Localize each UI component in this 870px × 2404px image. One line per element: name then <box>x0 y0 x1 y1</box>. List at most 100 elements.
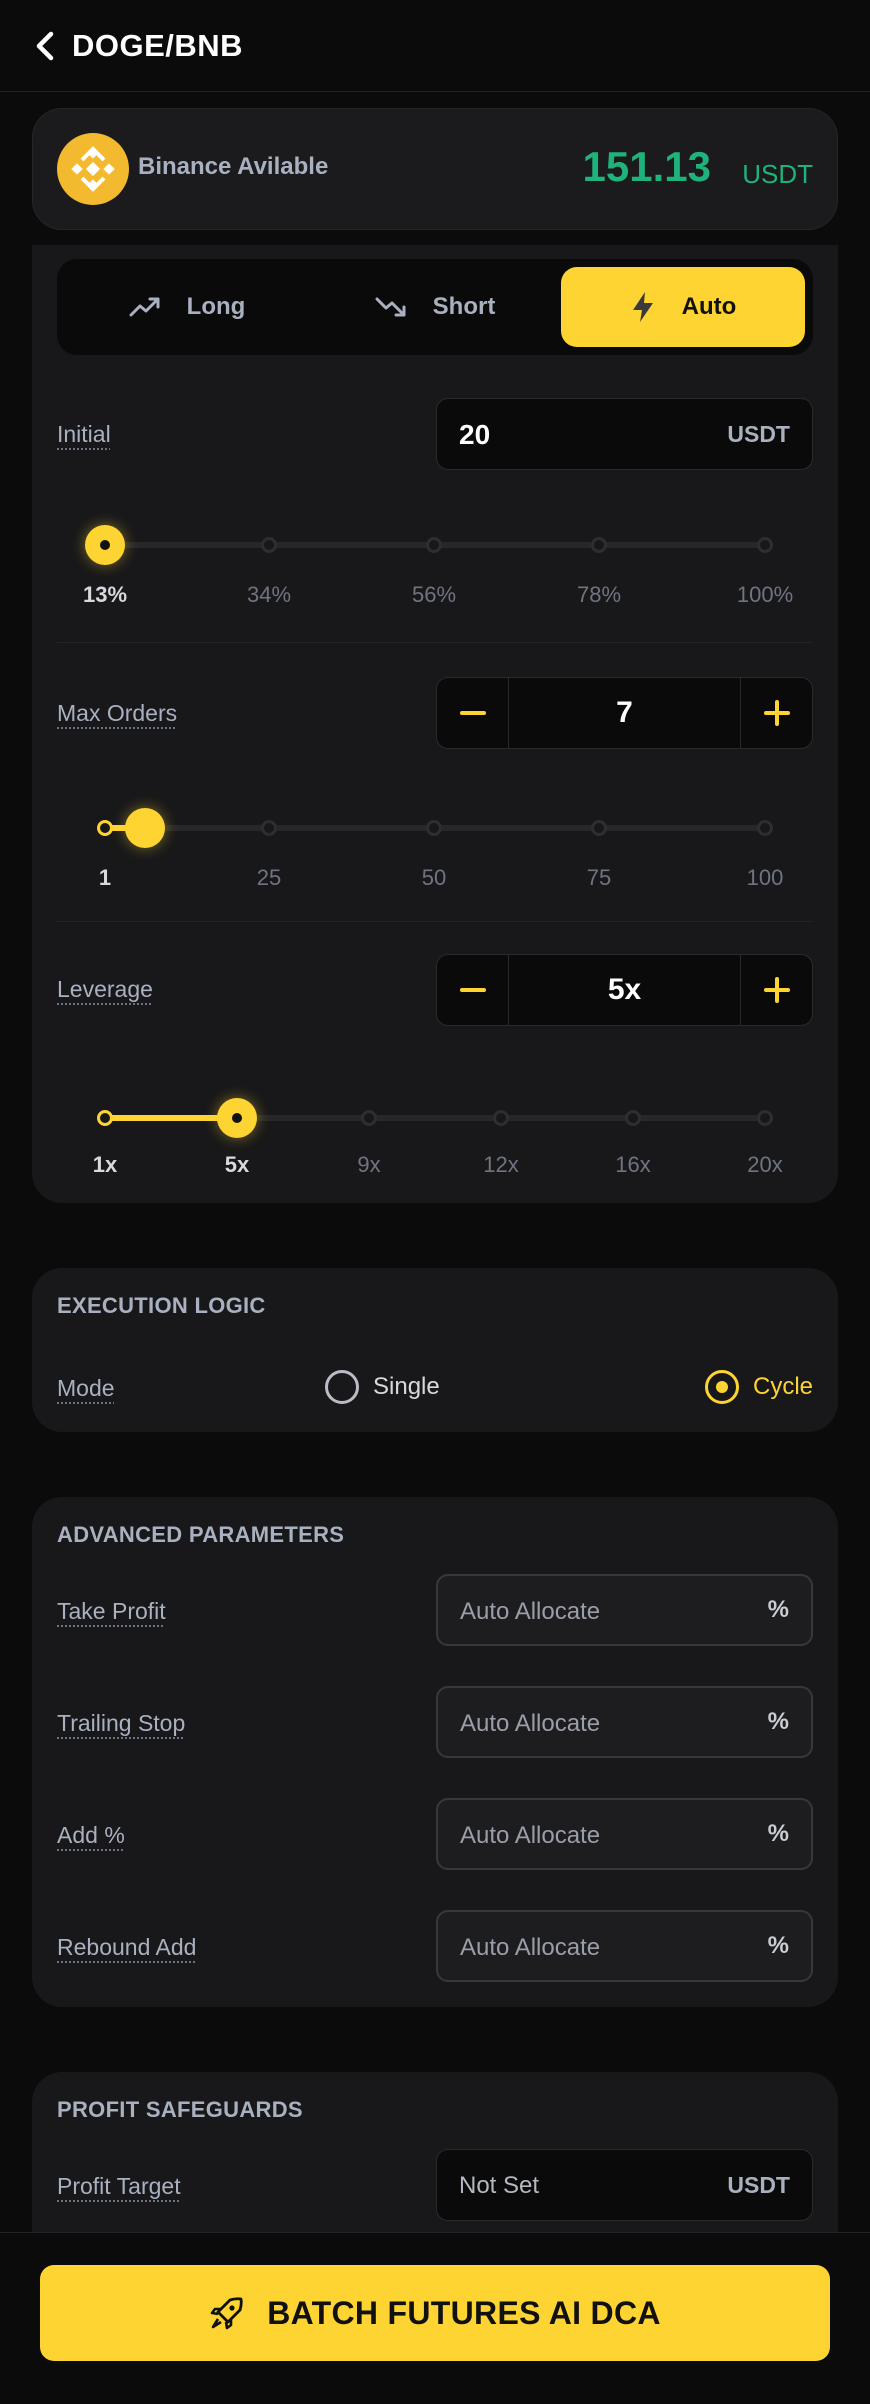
leverage-slider-tick[interactable] <box>97 1110 113 1126</box>
max-orders-slider-tick[interactable] <box>426 820 442 836</box>
mode-option-cycle-label: Cycle <box>752 1373 813 1400</box>
tab-long-label: Long <box>186 293 246 320</box>
radio-unchecked-icon <box>325 1370 359 1404</box>
initial-tick-label: 13% <box>82 582 128 607</box>
initial-amount-input[interactable]: 20 USDT <box>436 398 813 470</box>
leverage-tick-label: 5x <box>224 1152 250 1177</box>
leverage-tick-label: 16x <box>615 1152 651 1177</box>
plus-icon <box>763 700 790 726</box>
mode-option-single[interactable]: Single <box>325 1370 440 1404</box>
leverage-slider-tick[interactable] <box>361 1110 377 1126</box>
trailing-stop-label: Trailing Stop <box>57 1710 186 1736</box>
tab-long[interactable]: Long <box>65 267 309 347</box>
profit-target-input[interactable]: Not Set USDT <box>436 2149 813 2221</box>
leverage-tick-label: 12x <box>483 1152 519 1177</box>
minus-icon <box>459 711 486 715</box>
mode-option-single-label: Single <box>373 1373 440 1400</box>
leverage-slider-tick[interactable] <box>757 1110 773 1126</box>
leverage-decrement-button[interactable] <box>437 955 509 1025</box>
radio-checked-icon <box>704 1370 739 1404</box>
back-chevron-icon[interactable] <box>34 31 60 61</box>
tab-short-label: Short <box>432 293 496 320</box>
lightning-icon <box>632 292 653 322</box>
trend-down-icon <box>375 297 406 317</box>
take-profit-label: Take Profit <box>57 1598 166 1624</box>
balance-value: 151.13 <box>582 143 711 190</box>
max-orders-increment-button[interactable] <box>740 678 812 748</box>
minus-icon <box>459 988 486 992</box>
balance-unit: USDT <box>742 159 813 189</box>
mode-label: Mode <box>57 1375 115 1401</box>
divider <box>57 642 813 643</box>
add-percent-input[interactable]: Auto Allocate % <box>436 1798 813 1870</box>
divider <box>57 921 813 922</box>
balance-label: Binance Avilable <box>138 153 329 180</box>
initial-slider-tick[interactable] <box>261 537 277 553</box>
max-orders-value[interactable]: 7 <box>509 678 740 748</box>
rebound-add-label: Rebound Add <box>57 1934 197 1960</box>
leverage-tick-label: 9x <box>357 1152 381 1177</box>
max-orders-tick-label: 50 <box>421 865 447 890</box>
trend-up-icon <box>129 297 160 317</box>
rebound-add-unit: % <box>767 1932 789 1959</box>
max-orders-tick-label: 1 <box>98 865 112 890</box>
tab-short[interactable]: Short <box>313 267 557 347</box>
initial-amount-value: 20 <box>459 419 491 450</box>
plus-icon <box>763 977 790 1003</box>
leverage-slider-tick[interactable] <box>493 1110 509 1126</box>
mode-option-cycle[interactable]: Cycle <box>704 1370 813 1404</box>
initial-amount-unit: USDT <box>727 421 790 447</box>
max-orders-slider-tick[interactable] <box>591 820 607 836</box>
leverage-value[interactable]: 5x <box>509 955 740 1025</box>
trailing-stop-input[interactable]: Auto Allocate % <box>436 1686 813 1758</box>
initial-slider-handle[interactable] <box>85 525 125 565</box>
order-config-card: Long Short Auto Initial 20 USDT 13% 34% … <box>32 245 838 1203</box>
initial-tick-label: 56% <box>411 582 457 607</box>
max-orders-decrement-button[interactable] <box>437 678 509 748</box>
leverage-increment-button[interactable] <box>740 955 812 1025</box>
profit-safeguards-title: PROFIT SAFEGUARDS <box>57 2097 303 2122</box>
initial-slider-tick[interactable] <box>591 537 607 553</box>
max-orders-slider-tick[interactable] <box>757 820 773 836</box>
leverage-stepper: 5x <box>436 954 813 1026</box>
profit-target-value: Not Set <box>459 2172 540 2199</box>
leverage-slider-tick[interactable] <box>625 1110 641 1126</box>
rebound-add-input[interactable]: Auto Allocate % <box>436 1910 813 1982</box>
trailing-stop-unit: % <box>767 1708 789 1735</box>
max-orders-slider[interactable]: 1 25 50 75 100 <box>32 808 838 928</box>
leverage-tick-label: 1x <box>92 1152 118 1177</box>
trailing-stop-placeholder: Auto Allocate <box>460 1710 601 1737</box>
page-title: DOGE/BNB <box>72 27 244 63</box>
execution-logic-card: EXECUTION LOGIC Mode Single Cycle <box>32 1268 838 1432</box>
take-profit-input[interactable]: Auto Allocate % <box>436 1574 813 1646</box>
initial-label: Initial <box>57 421 111 447</box>
rebound-add-placeholder: Auto Allocate <box>460 1934 601 1961</box>
initial-slider-tick[interactable] <box>757 537 773 553</box>
rocket-icon <box>210 2297 243 2330</box>
batch-futures-ai-dca-button[interactable]: BATCH FUTURES AI DCA <box>40 2265 830 2361</box>
bottom-action-bar: BATCH FUTURES AI DCA <box>0 2232 870 2404</box>
advanced-parameters-card: ADVANCED PARAMETERS Take Profit Auto All… <box>32 1497 838 2007</box>
take-profit-unit: % <box>767 1596 789 1623</box>
initial-slider-tick[interactable] <box>426 537 442 553</box>
advanced-parameters-title: ADVANCED PARAMETERS <box>57 1522 345 1547</box>
leverage-slider-handle[interactable] <box>217 1098 257 1138</box>
max-orders-stepper: 7 <box>436 677 813 749</box>
tab-auto[interactable]: Auto <box>561 267 805 347</box>
max-orders-tick-label: 75 <box>586 865 612 890</box>
execution-logic-title: EXECUTION LOGIC <box>57 1293 266 1318</box>
add-percent-unit: % <box>767 1820 789 1847</box>
max-orders-slider-handle[interactable] <box>125 808 165 848</box>
initial-tick-label: 34% <box>246 582 292 607</box>
take-profit-placeholder: Auto Allocate <box>460 1598 601 1625</box>
balance-card: Binance Avilable 151.13 USDT <box>32 108 838 230</box>
top-bar: DOGE/BNB <box>0 0 870 92</box>
max-orders-slider-tick[interactable] <box>97 820 113 836</box>
initial-slider[interactable]: 13% 34% 56% 78% 100% <box>32 525 838 645</box>
max-orders-slider-tick[interactable] <box>261 820 277 836</box>
add-percent-placeholder: Auto Allocate <box>460 1822 601 1849</box>
profit-target-label: Profit Target <box>57 2173 181 2199</box>
initial-tick-label: 100% <box>736 582 794 607</box>
leverage-slider[interactable]: 1x 5x 9x 12x 16x 20x <box>32 1098 838 1198</box>
max-orders-tick-label: 100 <box>746 865 784 890</box>
